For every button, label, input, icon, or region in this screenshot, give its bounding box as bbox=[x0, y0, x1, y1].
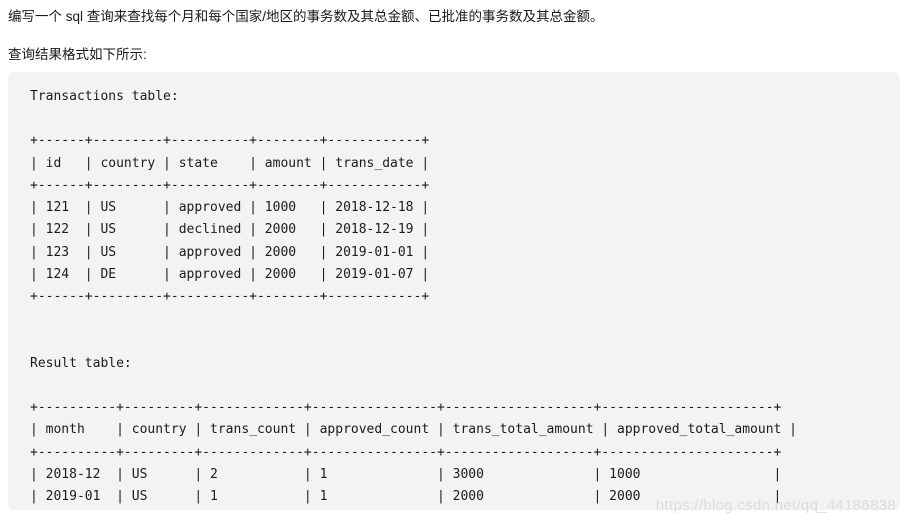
code-spacer bbox=[30, 375, 900, 397]
problem-statement-line: 编写一个 sql 查询来查找每个月和每个国家/地区的事务数及其总金额、已批准的事… bbox=[8, 9, 604, 24]
watermark: https://blog.csdn.net/qq_44186838 bbox=[655, 497, 896, 514]
prose-section: 编写一个 sql 查询来查找每个月和每个国家/地区的事务数及其总金额、已批准的事… bbox=[0, 0, 908, 65]
code-block-content: Transactions table: +------+---------+--… bbox=[8, 72, 900, 510]
transactions-table-ascii: +------+---------+----------+--------+--… bbox=[30, 133, 430, 305]
code-block: Transactions table: +------+---------+--… bbox=[8, 72, 900, 510]
transactions-table-caption: Transactions table: bbox=[30, 89, 179, 104]
format-note-line: 查询结果格式如下所示: bbox=[8, 47, 147, 62]
result-table-ascii: +----------+---------+-------------+----… bbox=[30, 399, 798, 505]
result-table-caption: Result table: bbox=[30, 355, 132, 371]
code-spacer bbox=[30, 309, 900, 331]
code-spacer bbox=[30, 108, 900, 130]
code-spacer bbox=[30, 331, 900, 353]
